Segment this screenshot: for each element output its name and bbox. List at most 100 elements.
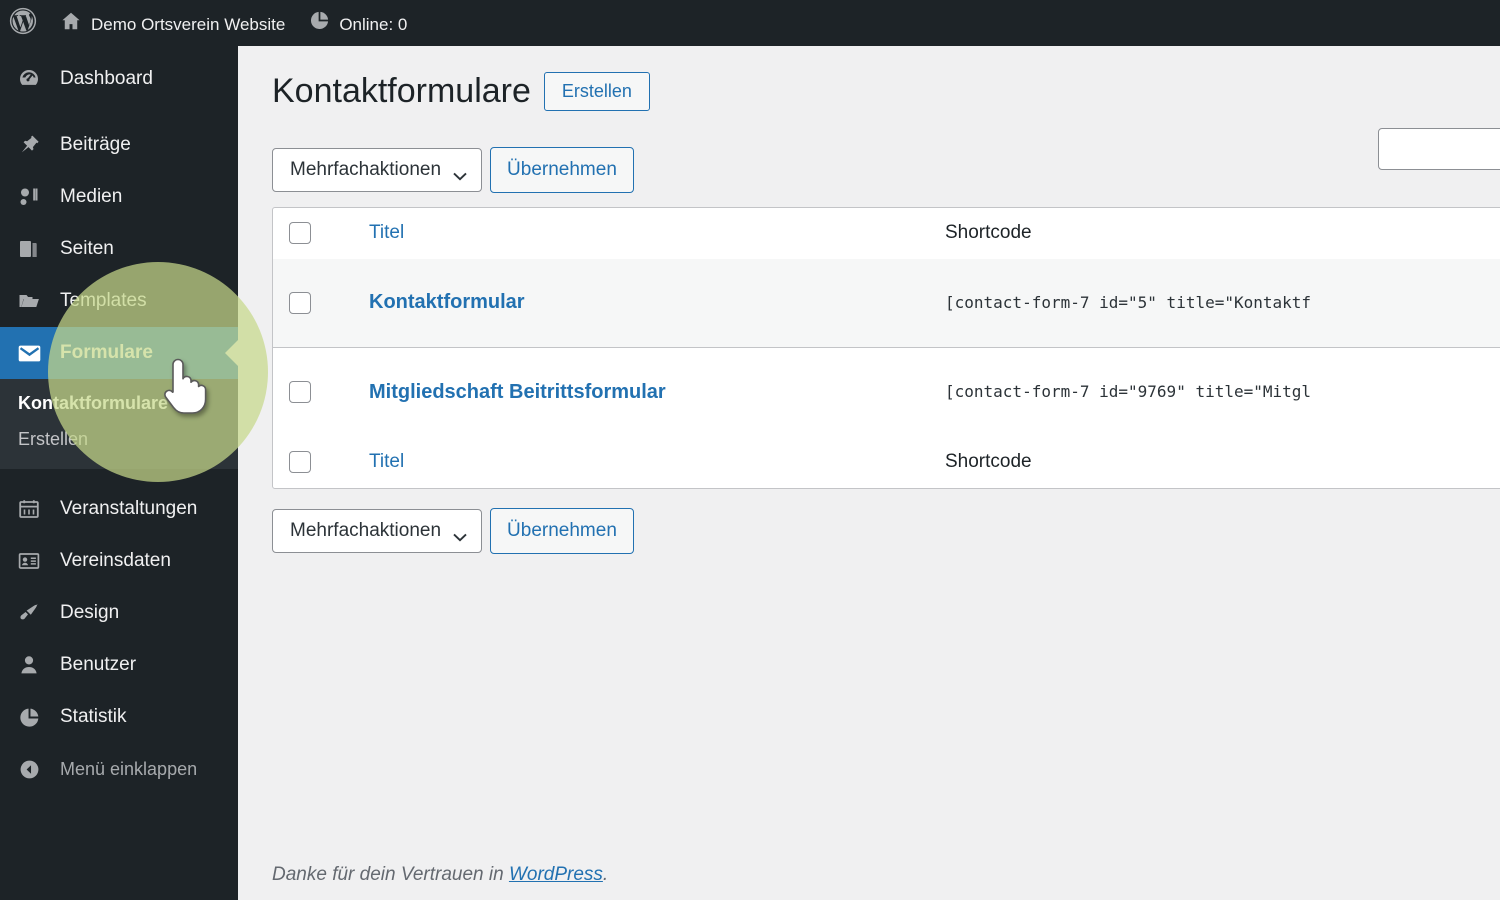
bulk-actions-label: Mehrfachaktionen — [290, 519, 442, 541]
table-footer-row: Titel Shortcode — [273, 437, 1500, 488]
bulk-actions-select-bottom[interactable]: Mehrfachaktionen — [272, 508, 483, 553]
sidebar-item-benutzer[interactable]: Benutzer — [0, 639, 238, 691]
sidebar-item-label: Statistik — [60, 706, 127, 727]
sidebar-item-label: Vereinsdaten — [60, 550, 171, 571]
table-body: Kontaktformular [contact-form-7 id="5" t… — [273, 258, 1500, 437]
add-new-button[interactable]: Erstellen — [543, 71, 650, 111]
sidebar-item-kontaktformulare[interactable]: Kontaktformulare — [0, 386, 238, 422]
bulk-actions-select-top[interactable]: Mehrfachaktionen — [272, 147, 483, 192]
table-row: Mitgliedschaft Beitrittsformular [contac… — [273, 348, 1500, 437]
pages-icon — [14, 234, 44, 264]
sidebar-item-label: Medien — [60, 186, 123, 207]
form-title-link[interactable]: Kontaktformular — [369, 291, 525, 313]
page-header: Kontaktformulare Erstellen — [272, 70, 1500, 113]
row-title-cell: Mitgliedschaft Beitrittsformular — [335, 348, 945, 437]
form-title-link[interactable]: Mitgliedschaft Beitrittsformular — [369, 381, 666, 403]
column-footer-title[interactable]: Titel — [335, 437, 945, 488]
user-icon — [14, 650, 44, 680]
sidebar-collapse-label: Menü einklappen — [60, 758, 198, 779]
table-foot: Titel Shortcode — [273, 437, 1500, 488]
sidebar-item-label: Design — [60, 602, 120, 623]
sidebar-item-vereinsdaten[interactable]: Vereinsdaten — [0, 535, 238, 587]
sidebar-item-label: Templates — [60, 290, 147, 311]
select-all-checkbox-bottom[interactable] — [289, 451, 311, 473]
pie-chart-icon — [309, 10, 330, 36]
page-title: Kontaktformulare — [272, 72, 531, 110]
folder-icon — [14, 286, 44, 316]
shortcode-value[interactable]: [contact-form-7 id="5" title="Kontaktf — [945, 293, 1311, 312]
admin-sidebar: Dashboard Beiträge Medien Seiten Templat… — [0, 46, 238, 900]
sidebar-item-seiten[interactable]: Seiten — [0, 223, 238, 275]
formulare-submenu: Kontaktformulare Erstellen — [0, 379, 238, 469]
admin-footer: Danke für dein Vertrauen in WordPress. — [272, 864, 608, 886]
search-input[interactable] — [1379, 129, 1500, 169]
pin-icon — [14, 130, 44, 160]
row-shortcode-cell: [contact-form-7 id="5" title="Kontaktf — [945, 258, 1500, 348]
sidebar-item-medien[interactable]: Medien — [0, 171, 238, 223]
column-footer-title-label: Titel — [369, 451, 405, 472]
site-name-label: Demo Ortsverein Website — [91, 14, 286, 34]
apply-button-top[interactable]: Übernehmen — [490, 146, 634, 193]
sidebar-item-label: Dashboard — [60, 68, 153, 89]
sidebar-item-formulare[interactable]: Formulare — [0, 327, 238, 379]
row-title-cell: Kontaktformular — [335, 258, 945, 348]
sidebar-item-design[interactable]: Design — [0, 587, 238, 639]
table-row: Kontaktformular [contact-form-7 id="5" t… — [273, 258, 1500, 348]
search-input-wrapper[interactable] — [1378, 128, 1500, 170]
table-header-row: Titel Shortcode — [273, 208, 1500, 259]
sidebar-item-dashboard[interactable]: Dashboard — [0, 53, 238, 105]
admin-bar: Demo Ortsverein Website Online: 0 — [0, 0, 1500, 46]
online-counter[interactable]: Online: 0 — [297, 0, 419, 46]
sidebar-item-label: Benutzer — [60, 654, 137, 675]
bulk-actions-label: Mehrfachaktionen — [290, 158, 442, 180]
apply-button-bottom[interactable]: Übernehmen — [490, 507, 634, 554]
sidebar-item-templates[interactable]: Templates — [0, 275, 238, 327]
column-footer-shortcode-label: Shortcode — [945, 451, 1032, 472]
row-select-cell — [273, 258, 335, 348]
mail-icon — [14, 338, 44, 368]
row-checkbox[interactable] — [289, 291, 311, 314]
sidebar-item-veranstaltungen[interactable]: Veranstaltungen — [0, 483, 238, 535]
shortcode-value[interactable]: [contact-form-7 id="9769" title="Mitgl — [945, 382, 1311, 401]
footer-suffix: . — [602, 864, 609, 885]
table-head: Titel Shortcode — [273, 208, 1500, 259]
calendar-icon — [14, 494, 44, 524]
site-name-menu[interactable]: Demo Ortsverein Website — [48, 0, 297, 46]
select-all-footer — [273, 437, 335, 488]
row-select-cell — [273, 348, 335, 437]
column-footer-shortcode: Shortcode — [945, 437, 1500, 488]
home-icon — [60, 10, 82, 37]
row-checkbox[interactable] — [289, 381, 311, 403]
sidebar-item-erstellen[interactable]: Erstellen — [0, 422, 238, 458]
row-shortcode-cell: [contact-form-7 id="9769" title="Mitgl — [945, 348, 1500, 437]
column-header-shortcode-label: Shortcode — [945, 222, 1032, 243]
id-card-icon — [14, 546, 44, 576]
footer-thanks-text: Danke für dein Vertrauen in — [272, 864, 509, 885]
sidebar-item-label: Veranstaltungen — [60, 498, 198, 519]
tablenav-bottom: Mehrfachaktionen Übernehmen — [272, 507, 1500, 554]
column-header-title[interactable]: Titel — [335, 208, 945, 259]
sidebar-item-statistik[interactable]: Statistik — [0, 691, 238, 743]
media-icon — [14, 182, 44, 212]
submenu-flyout-arrow-icon — [225, 340, 238, 366]
content-area: Kontaktformulare Erstellen Mehrfachaktio… — [238, 46, 1500, 900]
online-label: Online: 0 — [339, 14, 408, 34]
column-header-title-label: Titel — [369, 222, 405, 243]
collapse-arrow-icon — [14, 754, 44, 784]
sidebar-item-label: Formulare — [60, 342, 153, 363]
dashboard-icon — [14, 64, 44, 94]
select-all-header — [273, 208, 335, 259]
sidebar-item-beitraege[interactable]: Beiträge — [0, 119, 238, 171]
chevron-down-icon — [453, 166, 467, 181]
wordpress-logo-button[interactable] — [0, 0, 48, 46]
wordpress-logo-icon — [8, 6, 38, 41]
select-all-checkbox-top[interactable] — [289, 222, 311, 244]
tablenav-top: Mehrfachaktionen Übernehmen — [272, 146, 1500, 193]
pie-chart-icon — [14, 702, 44, 732]
chevron-down-icon — [453, 527, 467, 542]
sidebar-item-label: Seiten — [60, 238, 114, 259]
wordpress-link[interactable]: WordPress — [509, 864, 603, 885]
paintbrush-icon — [14, 598, 44, 628]
column-header-shortcode: Shortcode — [945, 208, 1500, 259]
sidebar-collapse-button[interactable]: Menü einklappen — [0, 743, 238, 795]
